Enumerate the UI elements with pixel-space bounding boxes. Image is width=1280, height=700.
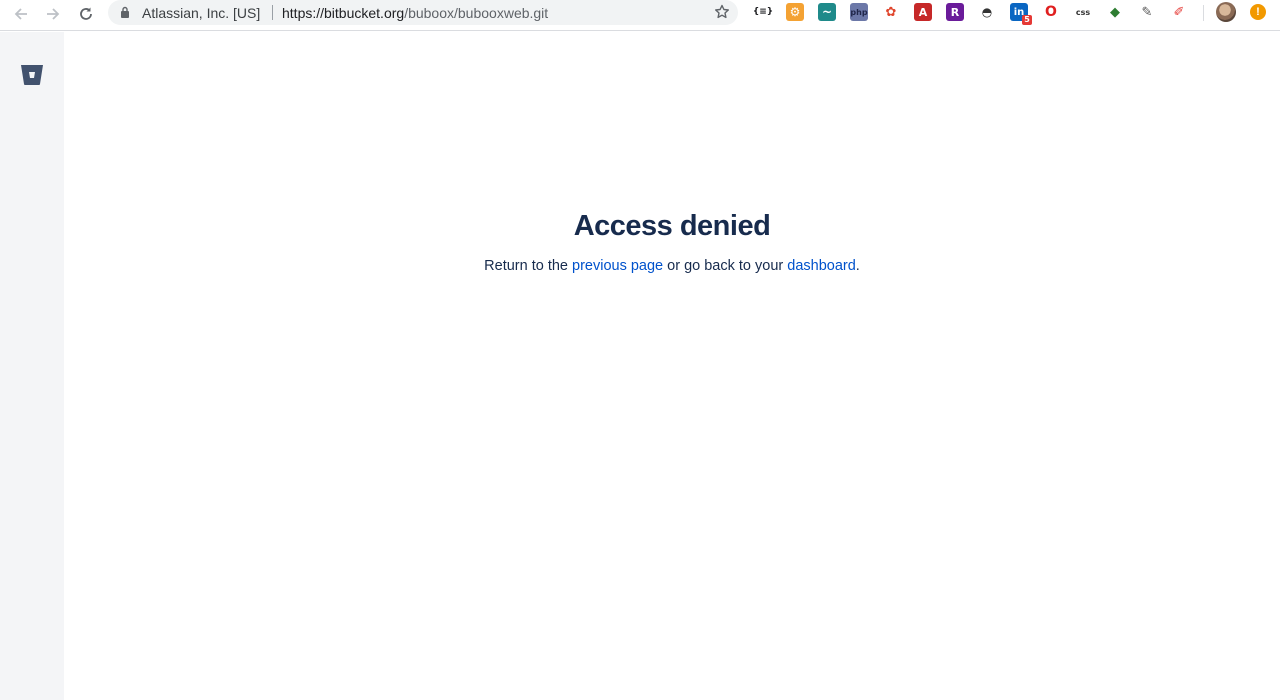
opera-extension-icon[interactable]: O bbox=[1042, 3, 1060, 21]
bitbucket-logo-icon[interactable] bbox=[20, 64, 44, 86]
extension-badge: 5 bbox=[1022, 15, 1032, 25]
extension-glyph: css bbox=[1075, 7, 1091, 17]
previous-page-link[interactable]: previous page bbox=[572, 258, 663, 274]
linkedin-extension-icon[interactable]: in 5 bbox=[1010, 3, 1032, 25]
extension-glyph: R bbox=[950, 5, 960, 19]
php-extension-icon[interactable]: php bbox=[850, 3, 868, 21]
back-button[interactable] bbox=[10, 3, 32, 25]
pdf-extension-icon[interactable]: A bbox=[914, 3, 932, 21]
arrow-right-icon bbox=[47, 8, 60, 20]
message-suffix: . bbox=[855, 258, 860, 274]
message-prefix: Return to the bbox=[484, 258, 573, 274]
profile-avatar[interactable] bbox=[1216, 2, 1236, 22]
dashboard-link[interactable]: dashboard bbox=[787, 258, 856, 274]
reload-button[interactable] bbox=[75, 3, 97, 25]
wave-extension-icon[interactable]: ~ bbox=[818, 3, 836, 21]
eyedropper-extension-icon[interactable]: ✎ bbox=[1138, 3, 1156, 21]
forward-button[interactable] bbox=[42, 3, 64, 25]
url-text[interactable]: https://bitbucket.org/buboox/bubooxweb.g… bbox=[282, 5, 548, 21]
site-identity[interactable]: Atlassian, Inc. [US] bbox=[142, 5, 260, 21]
lock-icon bbox=[121, 6, 129, 18]
extension-glyph: ✐ bbox=[1173, 4, 1185, 20]
reload-icon bbox=[80, 7, 92, 20]
mask-extension-icon[interactable]: ◓ bbox=[978, 3, 996, 21]
extension-glyph: ◆ bbox=[1110, 4, 1120, 20]
extension-glyph: O bbox=[1045, 4, 1057, 20]
extension-glyph: ~ bbox=[821, 5, 833, 19]
extension-glyph: {≡} bbox=[752, 7, 774, 17]
gear-extension-icon[interactable]: ⚙ bbox=[786, 3, 804, 21]
main-content: Access denied Return to the previous pag… bbox=[64, 32, 1280, 700]
extension-glyph: A bbox=[918, 5, 928, 19]
json-viewer-icon[interactable]: {≡} bbox=[752, 3, 774, 21]
bookmark-star-icon[interactable] bbox=[714, 4, 730, 20]
page-title: Access denied bbox=[573, 210, 771, 242]
extension-glyph: ✿ bbox=[885, 4, 897, 20]
update-alert-icon[interactable]: ! bbox=[1250, 4, 1266, 20]
arrow-left-icon bbox=[14, 8, 27, 20]
css-extension-icon[interactable]: css bbox=[1074, 3, 1092, 21]
color-wheel-extension-icon[interactable]: ◆ bbox=[1106, 3, 1124, 21]
address-divider bbox=[272, 5, 273, 20]
pen-extension-icon[interactable]: ✐ bbox=[1170, 3, 1188, 21]
extension-glyph: ✎ bbox=[1141, 4, 1153, 20]
message-middle: or go back to your bbox=[663, 258, 788, 274]
extension-glyph: ◓ bbox=[981, 5, 993, 19]
browser-toolbar: Atlassian, Inc. [US] https://bitbucket.o… bbox=[0, 0, 1280, 31]
url-path: /buboox/bubooxweb.git bbox=[404, 5, 549, 21]
extension-glyph: ⚙ bbox=[789, 5, 801, 19]
global-sidebar bbox=[0, 32, 64, 700]
access-denied-message: Return to the previous page or go back t… bbox=[64, 258, 1280, 274]
toolbar-divider bbox=[1203, 5, 1204, 21]
r-extension-icon[interactable]: R bbox=[946, 3, 964, 21]
address-bar[interactable]: Atlassian, Inc. [US] https://bitbucket.o… bbox=[108, 0, 738, 25]
colorful-extension-icon[interactable]: ✿ bbox=[882, 3, 900, 21]
extension-glyph: php bbox=[850, 7, 868, 17]
url-host: https://bitbucket.org bbox=[282, 5, 405, 21]
